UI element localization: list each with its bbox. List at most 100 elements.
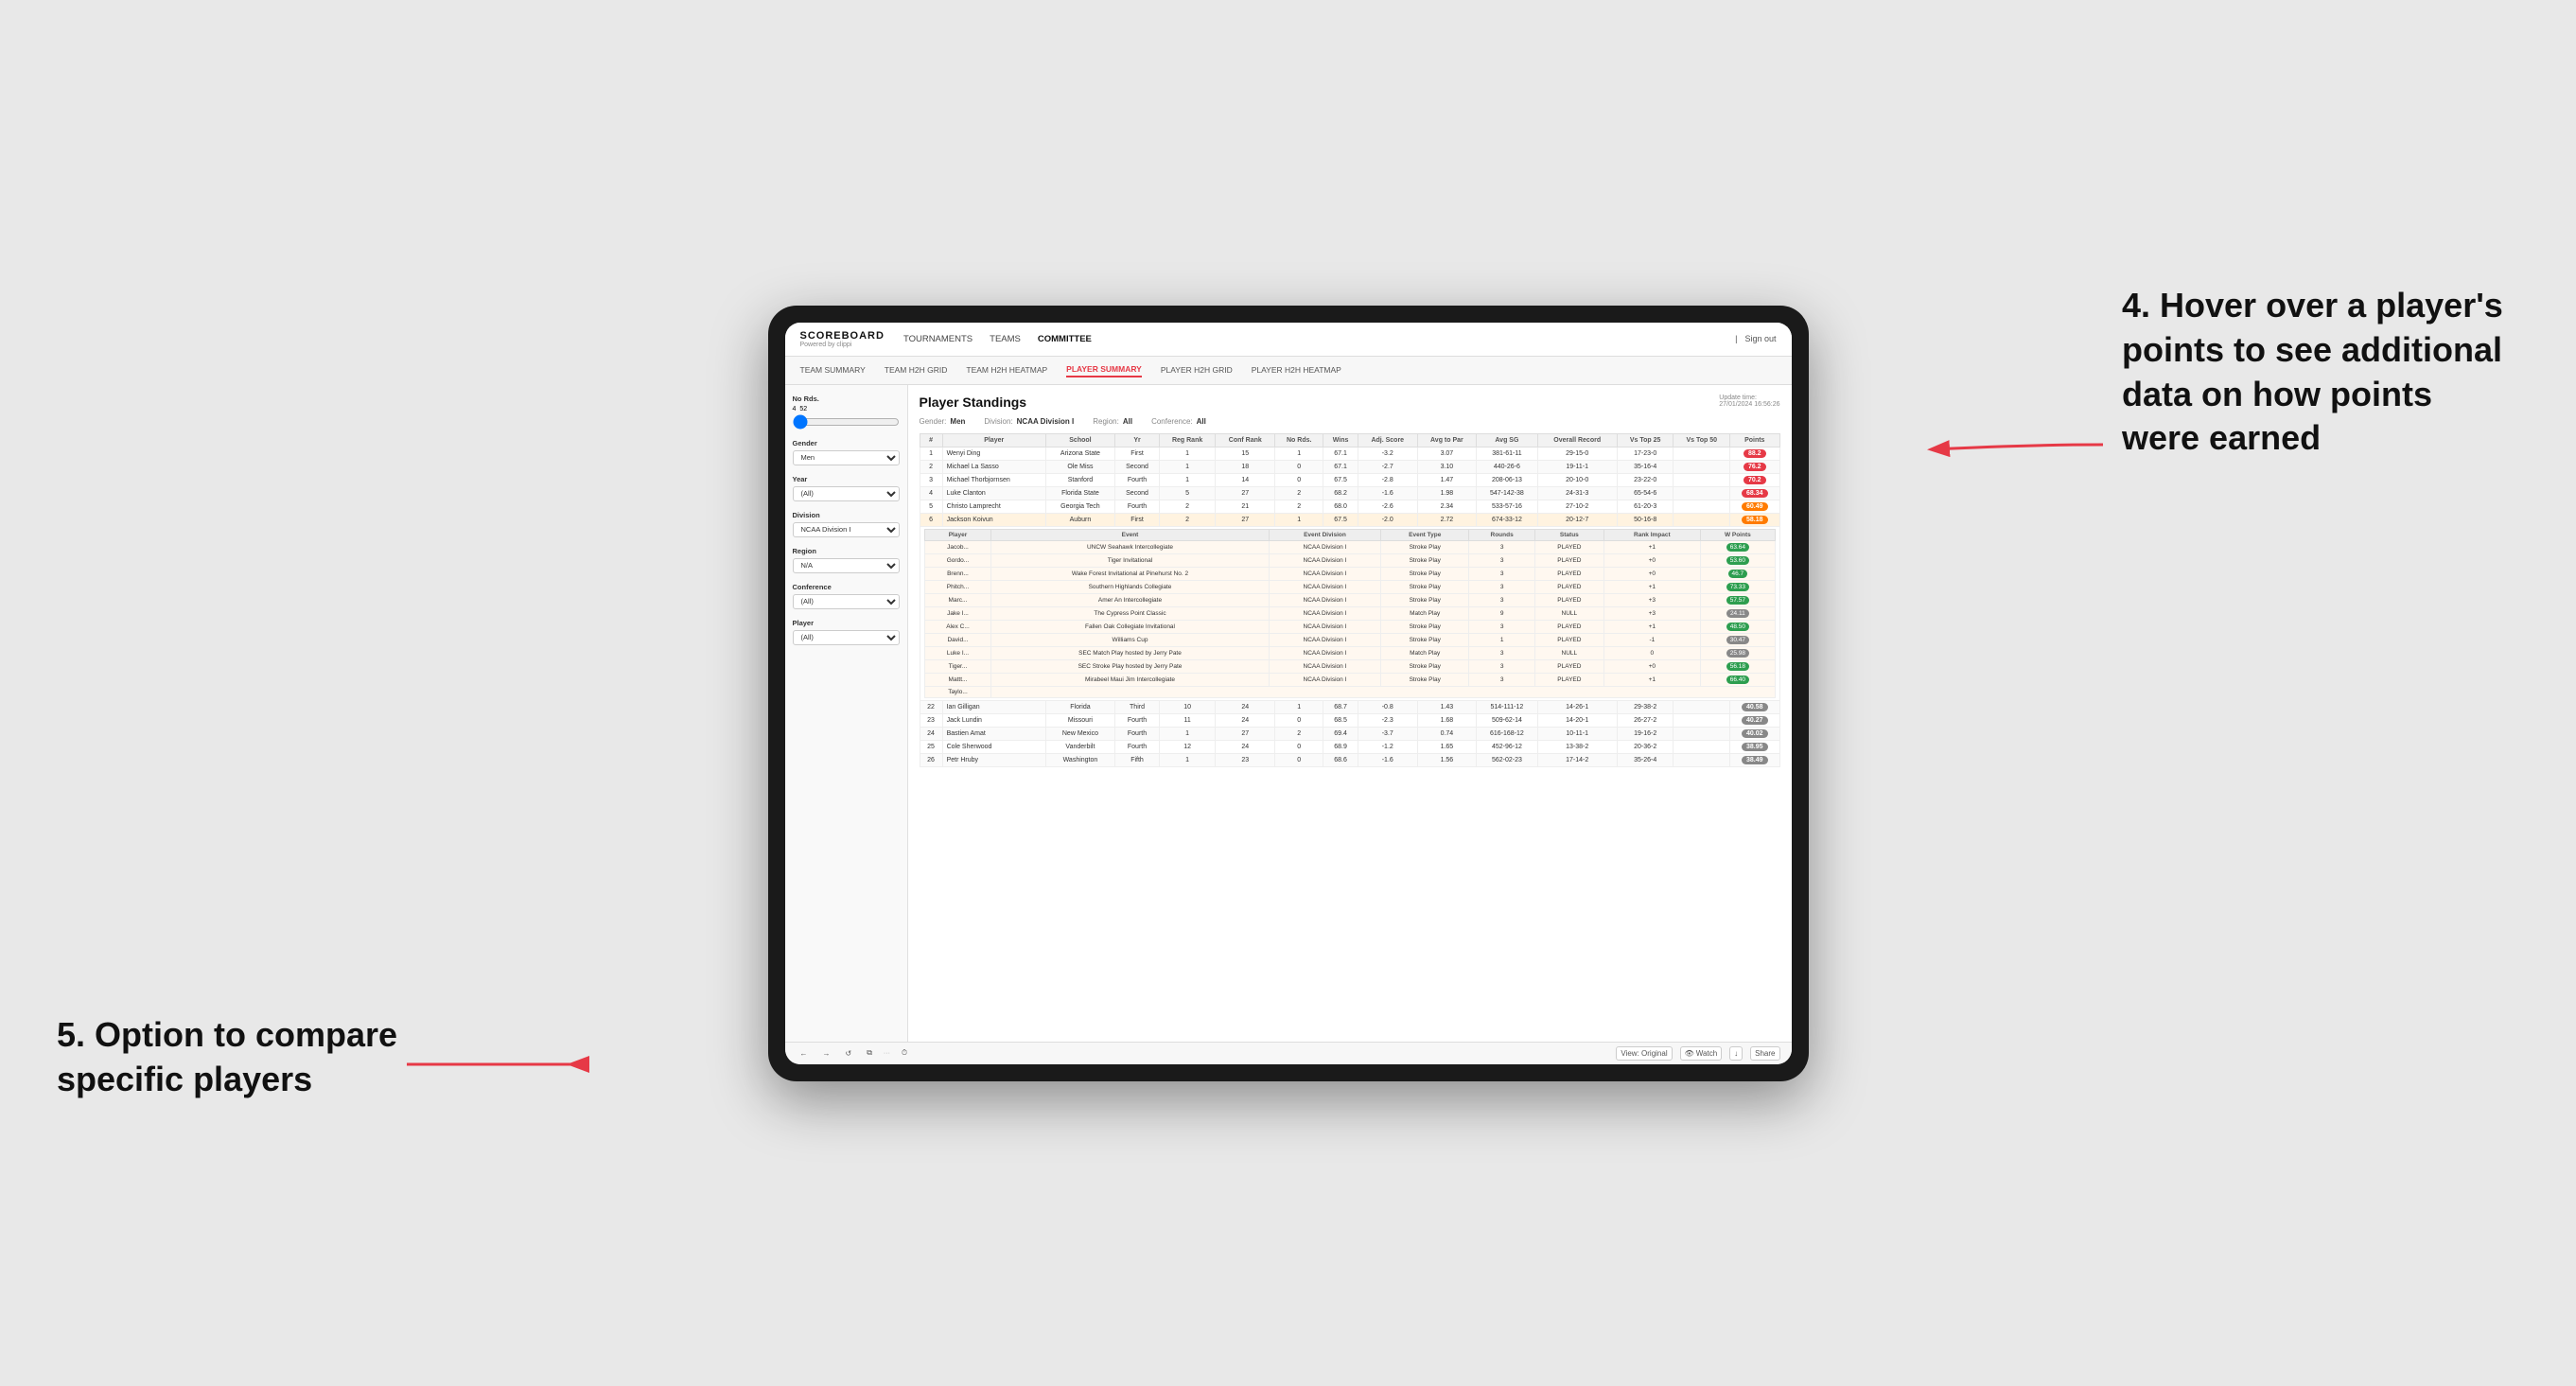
col-player: Player: [942, 433, 1045, 447]
points[interactable]: 60.49: [1730, 500, 1779, 513]
nav-tournaments[interactable]: TOURNAMENTS: [903, 332, 973, 346]
tt-division: NCAA Division I: [1269, 567, 1381, 580]
tt-points[interactable]: 48.50: [1701, 620, 1775, 633]
watch-button[interactable]: 👁 Watch: [1680, 1046, 1723, 1061]
region-select[interactable]: N/A: [793, 558, 900, 573]
tt-points[interactable]: 63.64: [1701, 540, 1775, 553]
points[interactable]: 40.58: [1730, 700, 1779, 713]
nav-teams[interactable]: TEAMS: [990, 332, 1021, 346]
tt-division: NCAA Division I: [1269, 673, 1381, 686]
filter-division-label: Division:: [984, 417, 1012, 426]
tt-row: Alex C... Fallen Oak Collegiate Invitati…: [924, 620, 1775, 633]
tt-division: NCAA Division I: [1269, 593, 1381, 606]
points[interactable]: 40.27: [1730, 713, 1779, 727]
year-select[interactable]: (All): [793, 486, 900, 501]
sub-nav-player-h2h-grid[interactable]: PLAYER H2H GRID: [1161, 363, 1233, 377]
points[interactable]: 38.49: [1730, 753, 1779, 766]
vs25: 35-26-4: [1617, 753, 1674, 766]
vs50: [1674, 740, 1730, 753]
refresh-button[interactable]: ↺: [842, 1047, 856, 1060]
tt-points[interactable]: 25.98: [1701, 646, 1775, 659]
to-par: 1.47: [1417, 473, 1477, 486]
tt-points[interactable]: 57.57: [1701, 593, 1775, 606]
nav-committee[interactable]: COMMITTEE: [1038, 332, 1092, 346]
tt-rounds: 3: [1469, 567, 1535, 580]
tt-points[interactable]: 46.7: [1701, 567, 1775, 580]
tt-player: Jacob...: [924, 540, 991, 553]
school: Florida State: [1045, 486, 1114, 500]
tt-row: Luke I... SEC Match Play hosted by Jerry…: [924, 646, 1775, 659]
division-select[interactable]: NCAA Division I: [793, 522, 900, 537]
tt-division: NCAA Division I: [1269, 606, 1381, 620]
points[interactable]: 76.2: [1730, 460, 1779, 473]
rank: 22: [920, 700, 942, 713]
tt-rank: +0: [1603, 659, 1701, 673]
overall: 14-26-1: [1537, 700, 1617, 713]
sidebar-region: Region N/A: [793, 547, 900, 573]
adj-score: -2.6: [1358, 500, 1417, 513]
col-vs-top25: Vs Top 25: [1617, 433, 1674, 447]
sub-nav-player-h2h-heatmap[interactable]: PLAYER H2H HEATMAP: [1252, 363, 1341, 377]
sub-nav-team-h2h-grid[interactable]: TEAM H2H GRID: [885, 363, 948, 377]
avg-sg: 674-33-12: [1477, 513, 1537, 526]
tt-points[interactable]: 73.33: [1701, 580, 1775, 593]
view-original-button[interactable]: View: Original: [1616, 1046, 1672, 1061]
forward-button[interactable]: →: [819, 1047, 834, 1060]
vs25: 35-16-4: [1617, 460, 1674, 473]
tt-rank: +1: [1603, 620, 1701, 633]
adj-score: -3.7: [1358, 727, 1417, 740]
sign-out-label[interactable]: Sign out: [1744, 334, 1776, 343]
tt-row: Phitch... Southern Highlands Collegiate …: [924, 580, 1775, 593]
copy-button[interactable]: ⧉: [863, 1046, 876, 1060]
points[interactable]: 70.2: [1730, 473, 1779, 486]
sub-nav-team-summary[interactable]: TEAM SUMMARY: [800, 363, 866, 377]
col-adj-score: Adj. Score: [1358, 433, 1417, 447]
sidebar-division-label: Division: [793, 511, 900, 519]
points[interactable]: 38.95: [1730, 740, 1779, 753]
points[interactable]: 40.02: [1730, 727, 1779, 740]
school: Ole Miss: [1045, 460, 1114, 473]
sub-nav-team-h2h-heatmap[interactable]: TEAM H2H HEATMAP: [966, 363, 1047, 377]
points[interactable]: 68.34: [1730, 486, 1779, 500]
points[interactable]: 88.2: [1730, 447, 1779, 460]
table-row: 22 Ian Gilligan Florida Third 10 24 1 68…: [920, 700, 1779, 713]
vs50: [1674, 700, 1730, 713]
reg-rank: 1: [1160, 460, 1216, 473]
no-rds-slider[interactable]: [793, 414, 900, 430]
tt-status: NULL: [1535, 646, 1603, 659]
rank: 24: [920, 727, 942, 740]
wins: 68.9: [1323, 740, 1358, 753]
main-content: No Rds. 4 52 Gender Men Y: [785, 385, 1792, 1042]
gender-select[interactable]: Men: [793, 450, 900, 465]
adj-score: -0.8: [1358, 700, 1417, 713]
tt-player: Phitch...: [924, 580, 991, 593]
school: Georgia Tech: [1045, 500, 1114, 513]
sign-in-icon: |: [1735, 334, 1737, 343]
tt-rounds: 1: [1469, 633, 1535, 646]
vs50: [1674, 473, 1730, 486]
tt-points[interactable]: 56.18: [1701, 659, 1775, 673]
wins: 67.1: [1323, 460, 1358, 473]
bottom-toolbar: ← → ↺ ⧉ ··· ⏱ View: Original 👁 Watch ↓ S…: [785, 1042, 1792, 1064]
tt-points[interactable]: 53.60: [1701, 553, 1775, 567]
vs50: [1674, 713, 1730, 727]
table-title: Player Standings: [920, 395, 1027, 410]
yr: Fourth: [1115, 713, 1160, 727]
tt-points[interactable]: 66.40: [1701, 673, 1775, 686]
table-row-jackson: 6 Jackson Koivun Auburn First 2 27 1 67.…: [920, 513, 1779, 526]
download-button[interactable]: ↓: [1729, 1046, 1743, 1061]
update-time: Update time: 27/01/2024 16:56:26: [1719, 395, 1779, 408]
avg-sg: 452-96-12: [1477, 740, 1537, 753]
player-select[interactable]: (All): [793, 630, 900, 645]
points[interactable]: 58.18: [1730, 513, 1779, 526]
overall: 24-31-3: [1537, 486, 1617, 500]
reg-rank: 2: [1160, 500, 1216, 513]
tt-points[interactable]: 30.47: [1701, 633, 1775, 646]
conference-select[interactable]: (All): [793, 594, 900, 609]
tt-points[interactable]: 24.11: [1701, 606, 1775, 620]
timer-button[interactable]: ⏱: [898, 1046, 911, 1060]
share-button[interactable]: Share: [1750, 1046, 1779, 1061]
sub-nav-player-summary[interactable]: PLAYER SUMMARY: [1066, 362, 1142, 377]
sidebar-conference-label: Conference: [793, 583, 900, 591]
back-button[interactable]: ←: [797, 1047, 812, 1060]
